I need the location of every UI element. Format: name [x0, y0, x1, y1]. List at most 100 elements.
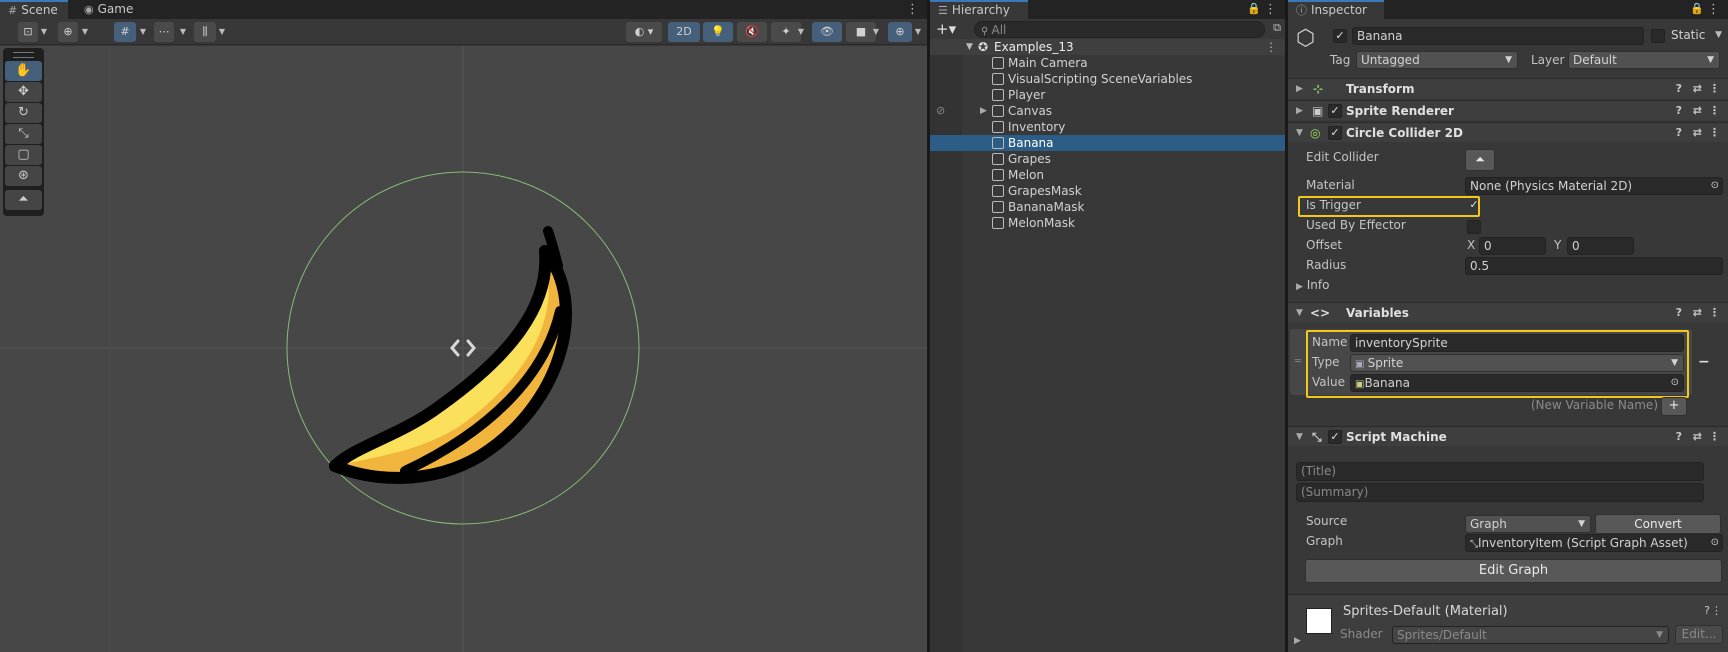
shader-dropdown[interactable]: Sprites/Default ▼ — [1392, 626, 1669, 644]
preset-icon[interactable]: ⇄ — [1693, 427, 1702, 447]
hierarchy-item[interactable]: Player — [930, 87, 1285, 103]
object-name-field[interactable]: Banana — [1352, 27, 1644, 45]
preset-icon[interactable]: ⇄ — [1693, 79, 1702, 99]
transform-header[interactable]: ▶ ⊹ Transform ? ⇄ ⋮ — [1288, 78, 1728, 98]
chevron-down-icon[interactable]: ▼ — [1715, 30, 1722, 40]
tag-dropdown[interactable]: Untagged ▼ — [1356, 51, 1518, 69]
rect-tool-icon[interactable]: ▢ — [5, 145, 42, 165]
grid-snap-icon[interactable]: # — [114, 22, 136, 42]
component-menu-icon[interactable]: ⋮ — [1709, 101, 1720, 121]
transform-tool-icon[interactable]: ⊛ — [5, 166, 42, 186]
hierarchy-item[interactable]: GrapesMask — [930, 183, 1285, 199]
preset-icon[interactable]: ⇄ — [1693, 123, 1702, 143]
2d-toggle-button[interactable]: 2D — [668, 22, 700, 42]
chevron-down-icon[interactable]: ▼ — [78, 22, 92, 42]
hierarchy-item[interactable]: BananaMask — [930, 199, 1285, 215]
hand-tool-icon[interactable]: ✋ — [5, 61, 42, 81]
help-icon[interactable]: ? — [1676, 123, 1682, 143]
help-icon[interactable]: ? — [1676, 101, 1682, 121]
used-by-effector-checkbox[interactable] — [1467, 220, 1481, 234]
help-icon[interactable]: ? — [1676, 427, 1682, 447]
audio-icon[interactable]: 🔇 — [737, 22, 767, 42]
edit-graph-button[interactable]: Edit Graph — [1305, 559, 1722, 583]
scale-tool-icon[interactable]: ⤡ — [5, 124, 42, 144]
drag-handle-icon[interactable] — [13, 52, 34, 58]
radius-field[interactable]: 0.5 — [1465, 257, 1723, 275]
hierarchy-item[interactable]: Inventory — [930, 119, 1285, 135]
scene-menu-icon[interactable]: ⋮ — [1265, 39, 1277, 55]
help-icon[interactable]: ? — [1676, 79, 1682, 99]
shader-edit-button[interactable]: Edit... — [1675, 625, 1723, 644]
help-icon[interactable]: ? — [1676, 303, 1682, 323]
convert-button[interactable]: Convert — [1595, 514, 1721, 534]
active-checkbox[interactable]: ✓ — [1333, 29, 1347, 43]
edit-collider-tool-icon[interactable]: ⏶ — [5, 190, 42, 210]
chevron-down-icon[interactable]: ▼ — [176, 22, 190, 42]
summary-field[interactable]: (Summary) — [1296, 483, 1704, 502]
fold-arrow-icon[interactable]: ▶ — [1294, 636, 1301, 646]
global-icon[interactable]: ⊕ — [58, 22, 78, 42]
hierarchy-item[interactable]: ▶ Canvas — [930, 103, 1285, 119]
grid-icon[interactable]: ⋯ — [154, 22, 174, 42]
fold-arrow-icon[interactable]: ▶ — [1296, 101, 1303, 121]
hierarchy-item[interactable]: Grapes — [930, 151, 1285, 167]
component-enabled-checkbox[interactable]: ✓ — [1328, 430, 1342, 444]
add-variable-button[interactable]: + — [1661, 397, 1687, 416]
expand-arrow-icon[interactable]: ▶ — [980, 103, 987, 119]
material-menu-icon[interactable]: ⋮ — [1711, 604, 1722, 617]
scene-viewport[interactable]: ✋ ✥ ↻ ⤡ ▢ ⊛ ⏶ — [0, 46, 927, 652]
fold-arrow-icon[interactable]: ▼ — [1296, 427, 1303, 447]
hierarchy-search-input[interactable]: ⚲ All — [974, 21, 1265, 38]
chevron-down-icon[interactable]: ▼ — [911, 22, 925, 42]
scene-visibility-icon[interactable]: 👁 — [812, 22, 842, 42]
preset-icon[interactable]: ⇄ — [1693, 101, 1702, 121]
drag-handle-icon[interactable]: ═ — [1295, 356, 1301, 367]
new-variable-input[interactable]: (New Variable Name) — [1288, 398, 1658, 412]
lock-icon[interactable]: 🔒 — [1690, 2, 1704, 15]
shading-mode-icon[interactable]: ◐ ▾ — [626, 22, 662, 42]
source-dropdown[interactable]: Graph ▼ — [1465, 515, 1591, 533]
chevron-down-icon[interactable]: ▼ — [37, 22, 51, 42]
hierarchy-item[interactable]: Melon — [930, 167, 1285, 183]
script-machine-header[interactable]: ▼ ⤡ ✓ Script Machine ? ⇄ ⋮ — [1288, 426, 1728, 446]
gizmos-icon[interactable]: ⊕ — [888, 22, 912, 42]
preset-icon[interactable]: ⇄ — [1693, 303, 1702, 323]
hierarchy-item[interactable]: MelonMask — [930, 215, 1285, 231]
component-enabled-checkbox[interactable]: ✓ — [1328, 126, 1342, 140]
inspector-menu-icon[interactable]: ⋮ — [1707, 2, 1720, 17]
edit-collider-button[interactable]: ⏶ — [1465, 149, 1495, 171]
chevron-down-icon[interactable]: ▼ — [215, 22, 229, 42]
fold-arrow-icon[interactable]: ▼ — [1296, 123, 1303, 143]
tab-game[interactable]: ◉ Game — [76, 0, 141, 19]
hierarchy-item[interactable]: Main Camera — [930, 55, 1285, 71]
material-field[interactable]: None (Physics Material 2D) ⊙ — [1465, 177, 1723, 195]
component-menu-icon[interactable]: ⋮ — [1709, 79, 1720, 99]
circle-collider-header[interactable]: ▼ ◎ ✓ Circle Collider 2D ? ⇄ ⋮ — [1288, 122, 1728, 142]
gizmo-tool-icon[interactable]: ⊡ — [18, 22, 38, 42]
chevron-down-icon[interactable]: ▼ — [794, 22, 808, 42]
scene-menu-icon[interactable]: ⋮ — [906, 2, 919, 17]
increment-snap-icon[interactable]: ⫼ — [194, 22, 216, 42]
hierarchy-menu-icon[interactable]: ⋮ — [1264, 2, 1277, 17]
offset-y-field[interactable]: 0 — [1567, 237, 1634, 255]
tab-hierarchy[interactable]: ☰ Hierarchy — [930, 0, 1028, 19]
layer-dropdown[interactable]: Default ▼ — [1568, 51, 1720, 69]
component-menu-icon[interactable]: ⋮ — [1709, 123, 1720, 143]
add-icon[interactable]: +▾ — [936, 20, 956, 38]
object-picker-icon[interactable]: ⊙ — [1711, 178, 1719, 194]
chevron-down-icon[interactable]: ▼ — [136, 22, 150, 42]
gameobject-icon[interactable]: ⬡ — [1296, 27, 1322, 53]
remove-variable-icon[interactable]: − — [1698, 354, 1710, 370]
search-options-icon[interactable]: ⧉ — [1273, 21, 1281, 35]
hierarchy-item[interactable]: VisualScripting SceneVariables — [930, 71, 1285, 87]
variables-header[interactable]: ▼ <> Variables ? ⇄ ⋮ — [1288, 302, 1728, 322]
chevron-down-icon[interactable]: ▼ — [869, 22, 883, 42]
static-checkbox[interactable] — [1651, 29, 1665, 43]
fold-arrow-icon[interactable]: ▶ — [1296, 79, 1303, 99]
help-icon[interactable]: ? — [1704, 604, 1710, 617]
sprite-renderer-header[interactable]: ▶ ▣ ✓ Sprite Renderer ? ⇄ ⋮ — [1288, 100, 1728, 120]
graph-field[interactable]: ⤡InventoryItem (Script Graph Asset) ⊙ — [1465, 534, 1723, 552]
offset-x-field[interactable]: 0 — [1479, 237, 1546, 255]
component-menu-icon[interactable]: ⋮ — [1709, 427, 1720, 447]
component-menu-icon[interactable]: ⋮ — [1709, 303, 1720, 323]
